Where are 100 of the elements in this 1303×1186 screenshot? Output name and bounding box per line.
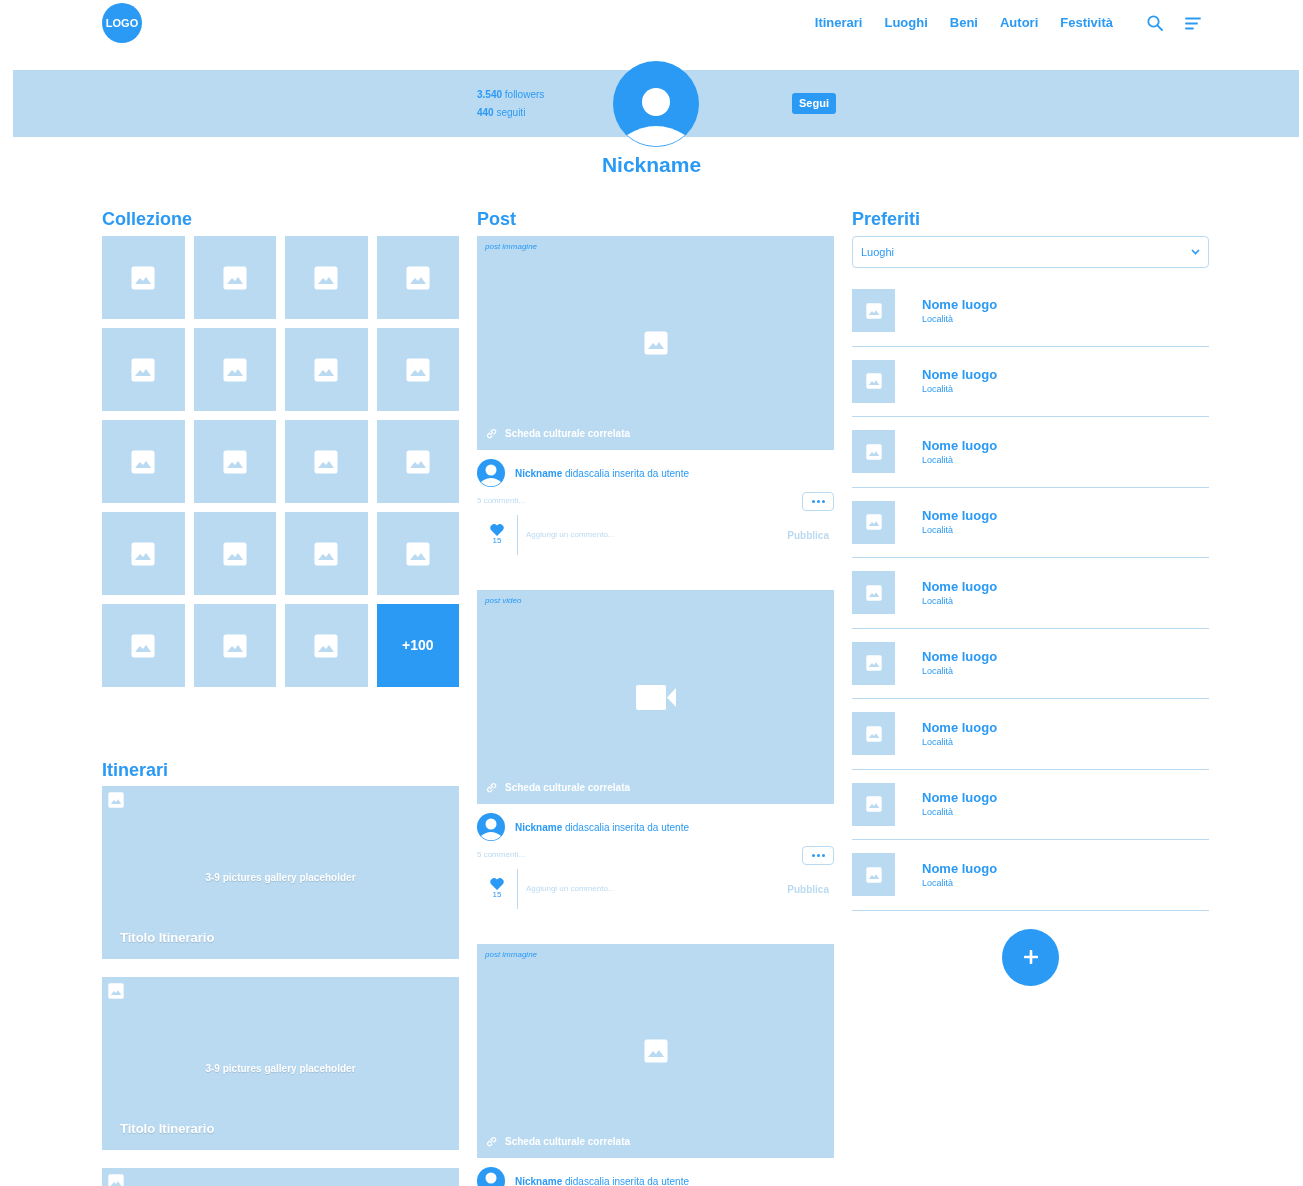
collection-tile[interactable] [102,236,185,319]
nav-link[interactable]: Autori [999,13,1039,33]
link-icon [486,1136,497,1147]
collection-tile[interactable] [376,236,459,319]
category-select[interactable]: Luoghi [852,236,1209,268]
place-thumbnail[interactable] [852,289,895,333]
more-tile[interactable]: +100 [376,604,459,687]
more-button[interactable] [802,845,834,865]
post-caption: Nickname didascalia inserita da utente [515,1174,689,1186]
profile-nickname: Nickname [601,152,702,177]
place-location: Località [922,735,955,748]
collection-tile[interactable] [285,328,368,411]
nav-link[interactable]: Beni [949,13,978,33]
image-icon [131,449,156,474]
place-thumbnail[interactable] [852,359,895,403]
collection-tile[interactable] [102,512,185,595]
collection-tile[interactable] [376,512,459,595]
image-icon [314,541,339,566]
gallery-placeholder-text: 3-9 pictures gallery placeholder [205,871,356,885]
place-name[interactable]: Nome luogo [922,508,998,525]
place-location: Località [922,594,955,607]
comments-link[interactable]: 5 commenti... [477,495,525,507]
collection-tile[interactable] [376,328,459,411]
place-location: Località [922,876,955,889]
place-location: Località [922,453,955,466]
image-icon [108,792,124,808]
image-icon [643,331,668,355]
itinerary-title: Titolo Itinerario [120,1119,215,1138]
place-thumbnail[interactable] [852,641,895,685]
collection-tile[interactable] [102,604,185,687]
image-icon [131,357,156,382]
image-icon [865,725,882,742]
image-icon [865,514,882,531]
image-icon [314,265,339,290]
search-icon[interactable] [1147,15,1163,31]
section-title: Itinerari [102,759,169,781]
chevron-down-icon [1191,249,1200,255]
user-avatar-icon [477,813,505,841]
place-location: Località [922,383,955,396]
heart-icon[interactable] [490,524,504,536]
place-name[interactable]: Nome luogo [922,790,998,807]
place-name[interactable]: Nome luogo [922,367,998,384]
place-name[interactable]: Nome luogo [922,860,998,877]
collection-tile[interactable] [193,512,276,595]
post-media[interactable]: post immagine Scheda culturale correlata [477,944,834,1158]
place-name[interactable]: Nome luogo [922,649,998,666]
nav-link[interactable]: Festività [1060,13,1113,33]
add-button[interactable] [1002,928,1059,986]
collection-tile[interactable] [285,420,368,503]
follow-button[interactable]: Segui [792,93,836,114]
logo[interactable]: LOGO [102,3,142,43]
collection-tile[interactable] [376,420,459,503]
place-thumbnail[interactable] [852,782,895,826]
image-icon [643,1039,668,1063]
post-type-label: post immagine [485,241,538,253]
collection-tile[interactable] [102,328,185,411]
section-title: Post [477,208,516,230]
section-title: Preferiti [852,208,921,230]
image-icon [131,633,156,658]
place-thumbnail[interactable] [852,853,895,897]
place-name[interactable]: Nome luogo [922,578,998,595]
place-thumbnail[interactable] [852,500,895,544]
collection-tile[interactable] [193,236,276,319]
heart-icon[interactable] [490,878,504,890]
collection-tile[interactable] [285,236,368,319]
collection-tile[interactable] [285,604,368,687]
post-media[interactable]: post video Scheda culturale correlata [477,590,834,804]
place-name[interactable]: Nome luogo [922,296,998,313]
comments-link[interactable]: 5 commenti... [477,849,525,861]
image-icon [222,541,247,566]
section-title: Collezione [102,208,192,230]
collection-tile[interactable] [285,512,368,595]
avatar-icon [613,61,699,147]
select-value: Luoghi [861,244,895,260]
image-icon [222,265,247,290]
menu-icon[interactable] [1185,16,1201,30]
nav-link[interactable]: Luoghi [884,13,928,33]
image-icon [865,796,882,813]
image-icon [222,633,247,658]
image-icon [108,1174,124,1186]
place-thumbnail[interactable] [852,712,895,756]
post-media[interactable]: post immagine Scheda culturale correlata [477,236,834,450]
place-location: Località [922,665,955,678]
image-icon [131,265,156,290]
collection-tile[interactable] [102,420,185,503]
like-count: 15 [492,536,502,546]
more-button[interactable] [802,491,834,511]
plus-icon [1023,950,1038,964]
place-name[interactable]: Nome luogo [922,719,998,736]
image-icon [865,302,882,319]
place-thumbnail[interactable] [852,430,895,474]
place-name[interactable]: Nome luogo [922,437,998,454]
collection-tile[interactable] [193,420,276,503]
link-icon [486,782,497,793]
image-icon [131,541,156,566]
collection-tile[interactable] [193,328,276,411]
place-thumbnail[interactable] [852,571,895,615]
nav-link[interactable]: Itinerari [814,13,863,33]
collection-tile[interactable] [193,604,276,687]
followers-count: 3.540 followers [477,88,546,102]
